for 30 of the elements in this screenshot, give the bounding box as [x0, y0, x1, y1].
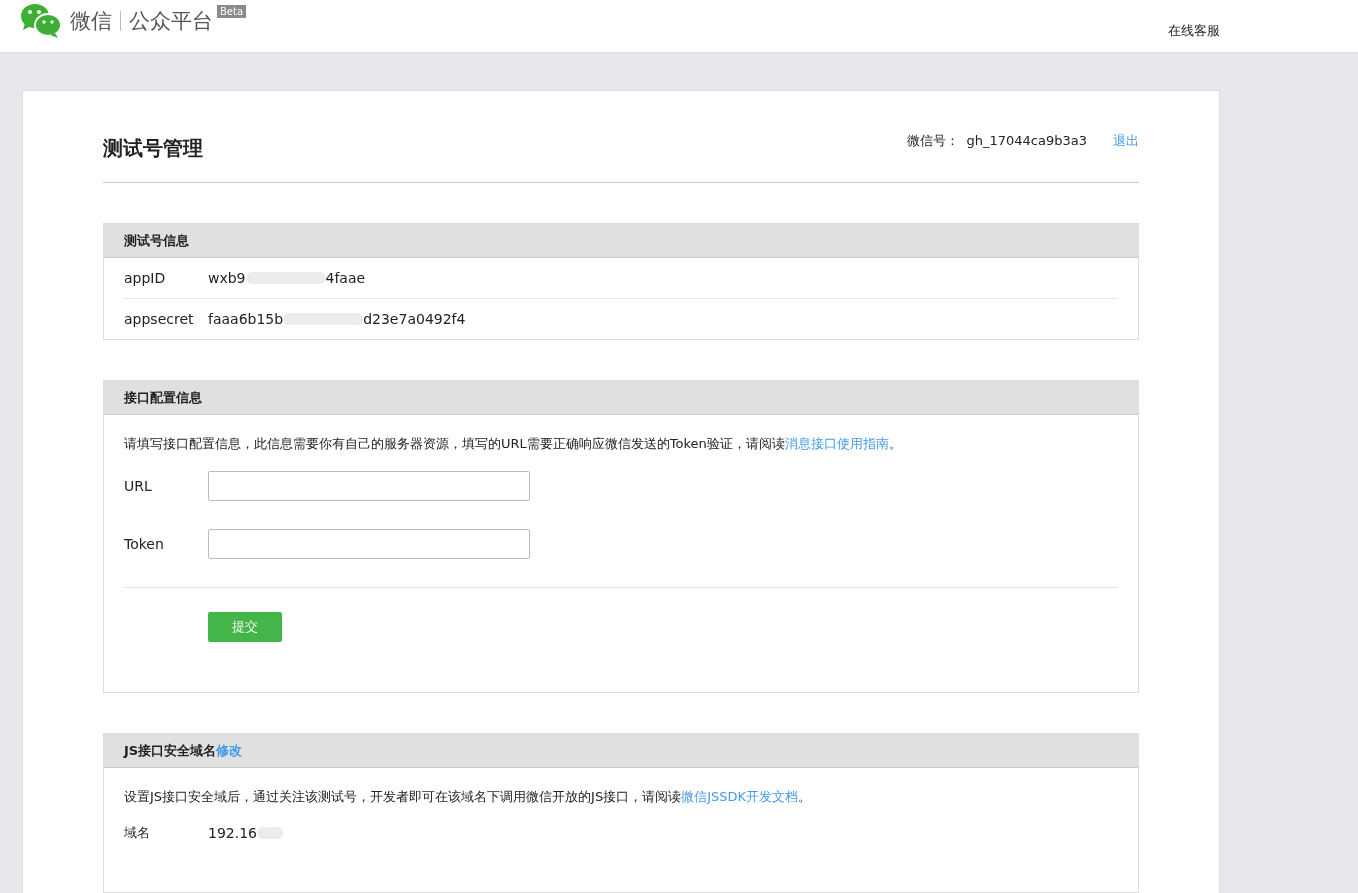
field-label: Token	[124, 536, 165, 552]
input-field[interactable]	[208, 529, 530, 559]
logout-link[interactable]: 退出	[1113, 131, 1139, 150]
chat-bubbles-icon	[20, 3, 62, 39]
edit-link[interactable]: 修改	[216, 741, 243, 760]
brand-name: 微信	[70, 8, 112, 35]
account-label: 微信号：	[906, 131, 959, 150]
field-label: appID	[124, 270, 167, 286]
field-label: appsecret	[124, 311, 195, 327]
field-value: 192.16	[208, 825, 257, 841]
guide-link[interactable]: 消息接口使用指南	[784, 436, 889, 451]
account-id: gh_17044ca9b3a3	[966, 133, 1087, 148]
panel-title: 接口配置信息	[124, 388, 202, 407]
field-value: faaa6b15b	[208, 311, 284, 327]
page-title: 测试号管理	[103, 135, 203, 162]
submit-button[interactable]: 提交	[208, 612, 282, 642]
docs-link[interactable]: 微信JSSDK开发文档	[681, 789, 799, 804]
panel-title: 测试号信息	[124, 231, 189, 250]
field-value: wxb9	[208, 270, 246, 286]
field-value: 4faae	[325, 270, 366, 286]
panel-title: JS接口安全域名	[124, 741, 217, 760]
beta-badge: Beta	[217, 5, 247, 18]
field-label: 域名	[124, 824, 151, 842]
product-name: 公众平台	[129, 8, 213, 35]
field-value: d23e7a0492f4	[363, 311, 466, 327]
intro-text: 请填写接口配置信息，此信息需要你有自己的服务器资源，填写的URL需要正确响应微信发送的Token验证，请阅读消息接口使用指南。	[124, 435, 903, 453]
input-field[interactable]	[208, 471, 530, 501]
intro-text: 设置JS接口安全域后，通过关注该测试号，开发者即可在该域名下调用微信开放的JS接口，请阅读微信JSSDK开发文档。	[124, 788, 813, 806]
field-label: URL	[124, 478, 153, 494]
service-link[interactable]: 在线客服	[1168, 22, 1220, 40]
